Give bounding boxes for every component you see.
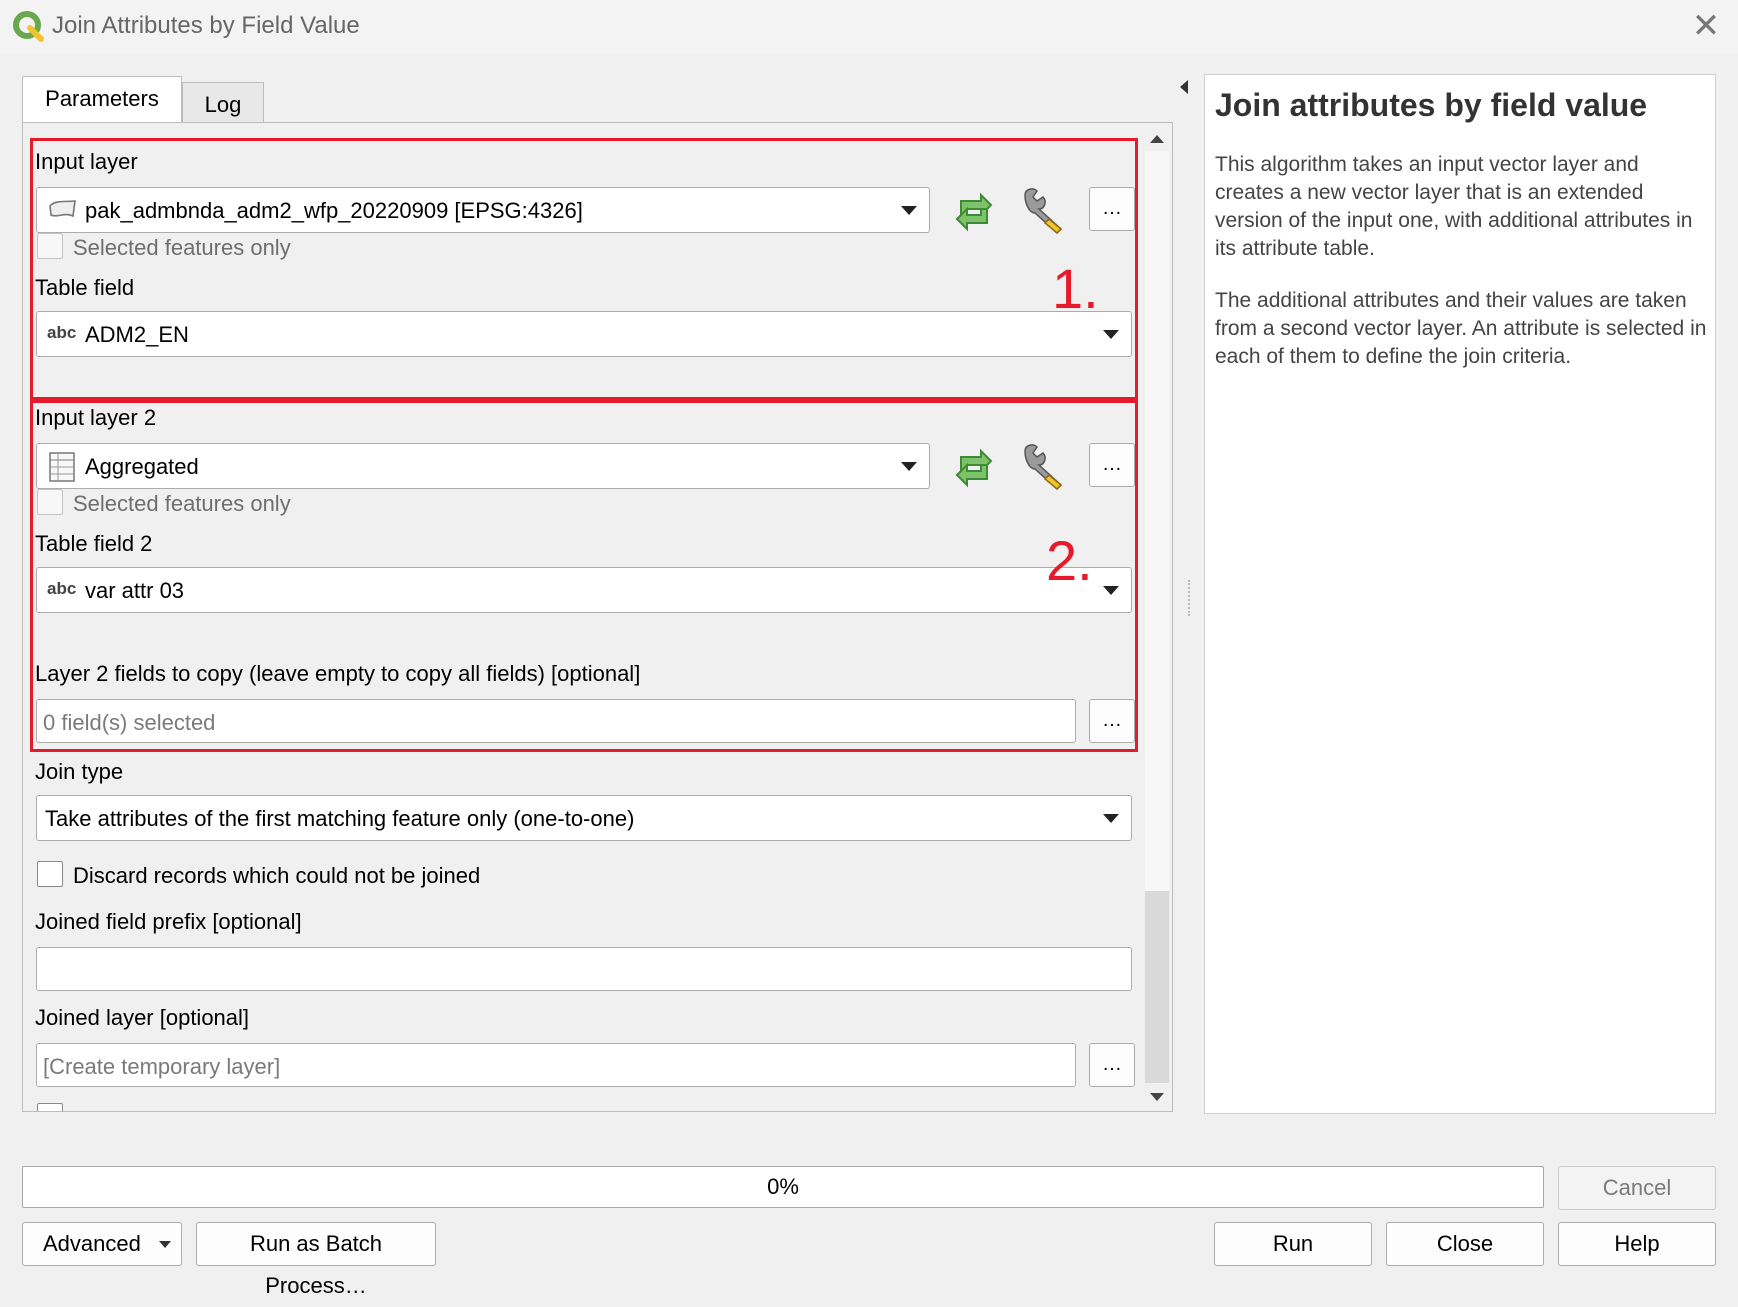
close-icon[interactable]: ✕ — [1688, 8, 1724, 44]
advanced-button[interactable]: Advanced — [22, 1222, 182, 1266]
collapse-panel-arrow-icon[interactable] — [1180, 80, 1188, 94]
join-type-label: Join type — [35, 759, 124, 784]
joined-layer-field[interactable]: [Create temporary layer] — [36, 1043, 1076, 1087]
help-title: Join attributes by field value — [1215, 87, 1648, 123]
cancel-button[interactable]: Cancel — [1558, 1166, 1716, 1210]
tab-log[interactable]: Log — [182, 82, 264, 124]
prefix-label: Joined field prefix [optional] — [35, 909, 302, 934]
progress-bar: 0% — [22, 1166, 1544, 1208]
chevron-down-icon — [159, 1241, 171, 1248]
join-type-value: Take attributes of the first matching fe… — [45, 806, 635, 831]
help-paragraph-2: The additional attributes and their valu… — [1215, 289, 1707, 368]
scroll-track[interactable] — [1145, 151, 1169, 891]
help-button[interactable]: Help — [1558, 1222, 1716, 1266]
annotation-box-2 — [30, 400, 1138, 752]
annotation-number-1: 1. — [1052, 257, 1099, 320]
annotation-number-2: 2. — [1046, 529, 1093, 592]
joined-layer-label: Joined layer [optional] — [35, 1005, 250, 1030]
run-button[interactable]: Run — [1214, 1222, 1372, 1266]
scroll-up-arrow-icon[interactable] — [1150, 135, 1164, 143]
vertical-scrollbar[interactable] — [1141, 123, 1172, 1111]
advanced-label: Advanced — [43, 1231, 141, 1256]
discard-label: Discard records which could not be joine… — [73, 863, 481, 888]
discard-checkbox[interactable] — [37, 861, 63, 887]
qgis-logo-icon — [13, 11, 44, 42]
splitter-handle[interactable] — [1188, 580, 1192, 616]
scroll-down-arrow-icon[interactable] — [1150, 1093, 1164, 1101]
annotation-box-1 — [30, 138, 1138, 400]
prefix-input[interactable] — [36, 947, 1132, 991]
chevron-down-icon — [1103, 814, 1119, 823]
scroll-thumb[interactable] — [1145, 891, 1169, 1083]
join-type-combo[interactable]: Take attributes of the first matching fe… — [36, 795, 1132, 841]
title-bar: Join Attributes by Field Value ✕ — [0, 0, 1738, 54]
help-panel: Join attributes by field value This algo… — [1204, 74, 1716, 1114]
open-output-checkbox[interactable] — [37, 1103, 63, 1111]
joined-layer-placeholder: [Create temporary layer] — [43, 1054, 281, 1079]
help-paragraph-1: This algorithm takes an input vector lay… — [1215, 153, 1693, 260]
window-title: Join Attributes by Field Value — [52, 12, 360, 39]
close-button[interactable]: Close — [1386, 1222, 1544, 1266]
run-as-batch-button[interactable]: Run as Batch Process… — [196, 1222, 436, 1298]
progress-text: 0% — [767, 1174, 799, 1199]
tab-parameters[interactable]: Parameters — [22, 76, 182, 123]
joined-layer-options-button[interactable]: … — [1089, 1043, 1135, 1087]
